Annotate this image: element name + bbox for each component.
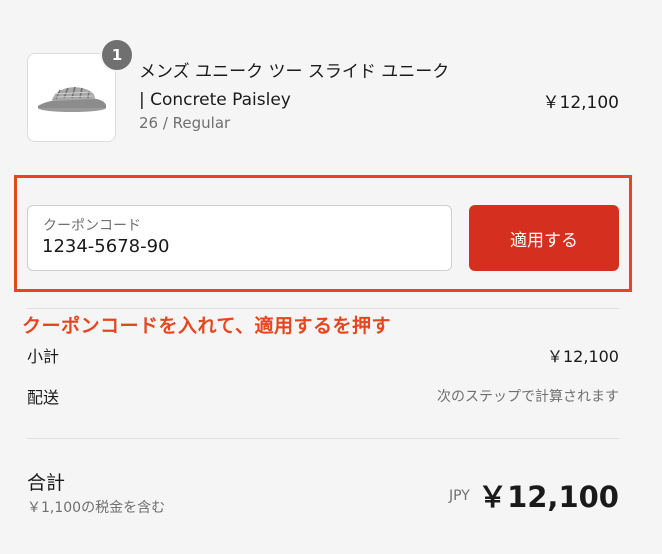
product-name-line1: メンズ ユニーク ツー スライド ユニーク xyxy=(139,62,450,82)
coupon-code-input[interactable] xyxy=(42,236,432,257)
coupon-code-field[interactable]: クーポンコード xyxy=(27,205,452,271)
divider xyxy=(27,438,619,439)
shipping-value: 次のステップで計算されます xyxy=(437,389,619,405)
product-variant: 26 / Regular xyxy=(139,114,231,132)
product-price: ￥12,100 xyxy=(542,93,619,113)
product-name-line2: | Concrete Paisley xyxy=(139,90,291,110)
instruction-annotation: クーポンコードを入れて、適用するを押す xyxy=(22,315,391,337)
subtotal-label: 小計 xyxy=(27,347,60,366)
subtotal-value: ￥12,100 xyxy=(547,347,619,366)
divider xyxy=(27,308,619,309)
shipping-label: 配送 xyxy=(27,388,60,407)
total-label: 合計 xyxy=(27,472,66,494)
total-value: ￥12,100 xyxy=(478,480,619,514)
product-image xyxy=(27,53,116,142)
coupon-code-label: クーポンコード xyxy=(43,218,141,234)
tax-note: ￥1,100の税金を含む xyxy=(27,500,166,516)
quantity-badge: 1 xyxy=(100,38,134,72)
apply-button[interactable]: 適用する xyxy=(469,205,619,271)
sandal-icon xyxy=(38,86,106,112)
currency-code: JPY xyxy=(449,488,470,504)
product-name: メンズ ユニーク ツー スライド ユニーク | Concrete Paisley xyxy=(139,58,509,114)
